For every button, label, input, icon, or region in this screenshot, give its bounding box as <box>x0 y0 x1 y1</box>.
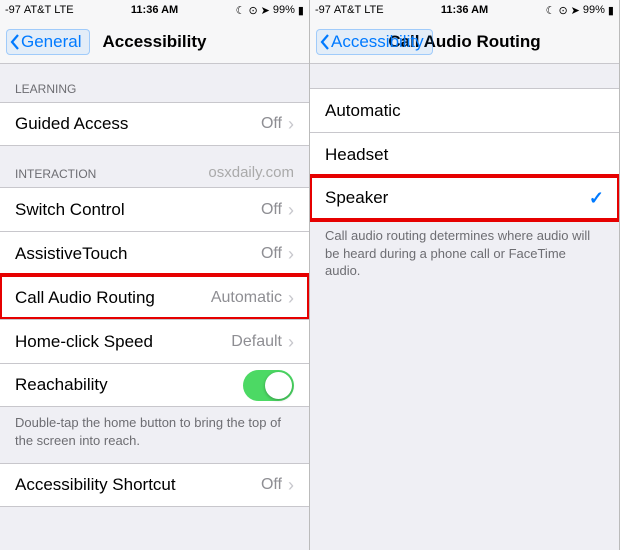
section-header-interaction: INTERACTION osxdaily.com <box>0 146 309 187</box>
battery-pct: 99% <box>583 4 605 16</box>
battery-icon: ▮ <box>298 4 304 17</box>
clock: 11:36 AM <box>131 4 178 16</box>
network-type: LTE <box>364 4 383 16</box>
chevron-right-icon: › <box>288 245 294 263</box>
nav-bar: General Accessibility <box>0 20 309 64</box>
cell-label: Guided Access <box>15 114 261 134</box>
section-header-learning: LEARNING <box>0 64 309 102</box>
nav-bar: Accessibility Call Audio Routing <box>310 20 619 64</box>
cell-value: Default <box>231 333 282 351</box>
status-bar: -97 AT&T LTE 11:36 AM ☾ ⊙ ➤ 99% ▮ <box>310 0 619 20</box>
cell-home-click-speed[interactable]: Home-click Speed Default › <box>0 319 309 363</box>
cell-value: Off <box>261 245 282 263</box>
cell-value: Off <box>261 476 282 494</box>
battery-icon: ▮ <box>608 4 614 17</box>
alarm-icon: ⊙ <box>248 4 257 17</box>
option-label: Automatic <box>325 101 604 121</box>
chevron-right-icon: › <box>288 201 294 219</box>
checkmark-icon: ✓ <box>589 188 604 209</box>
cell-label: Accessibility Shortcut <box>15 475 261 495</box>
cell-switch-control[interactable]: Switch Control Off › <box>0 187 309 231</box>
pane-call-audio-routing: -97 AT&T LTE 11:36 AM ☾ ⊙ ➤ 99% ▮ Access… <box>310 0 620 550</box>
back-button[interactable]: Accessibility <box>316 29 433 55</box>
chevron-right-icon: › <box>288 289 294 307</box>
watermark: osxdaily.com <box>208 164 294 181</box>
option-speaker[interactable]: Speaker ✓ <box>310 176 619 220</box>
footer-note-routing: Call audio routing determines where audi… <box>310 220 619 294</box>
cell-call-audio-routing[interactable]: Call Audio Routing Automatic › <box>0 275 309 319</box>
location-icon: ➤ <box>571 4 580 17</box>
moon-icon: ☾ <box>236 4 246 17</box>
toggle-reachability[interactable] <box>243 370 294 401</box>
network-type: LTE <box>54 4 73 16</box>
moon-icon: ☾ <box>546 4 556 17</box>
cell-value: Off <box>261 115 282 133</box>
status-bar: -97 AT&T LTE 11:36 AM ☾ ⊙ ➤ 99% ▮ <box>0 0 309 20</box>
cell-guided-access[interactable]: Guided Access Off › <box>0 102 309 146</box>
option-automatic[interactable]: Automatic <box>310 88 619 132</box>
signal-strength: -97 <box>315 4 331 16</box>
signal-strength: -97 <box>5 4 21 16</box>
clock: 11:36 AM <box>441 4 488 16</box>
back-label: General <box>21 32 81 52</box>
chevron-left-icon <box>319 32 331 52</box>
battery-pct: 99% <box>273 4 295 16</box>
cell-accessibility-shortcut[interactable]: Accessibility Shortcut Off › <box>0 463 309 507</box>
location-icon: ➤ <box>261 4 270 17</box>
chevron-left-icon <box>9 32 21 52</box>
carrier: AT&T <box>334 4 361 16</box>
cell-reachability[interactable]: Reachability <box>0 363 309 407</box>
page-title: Accessibility <box>103 32 207 52</box>
cell-label: Call Audio Routing <box>15 288 211 308</box>
cell-label: Reachability <box>15 375 243 395</box>
footer-note-reachability: Double-tap the home button to bring the … <box>0 407 309 463</box>
cell-label: Home-click Speed <box>15 332 231 352</box>
cell-label: Switch Control <box>15 200 261 220</box>
chevron-right-icon: › <box>288 476 294 494</box>
option-headset[interactable]: Headset <box>310 132 619 176</box>
option-label: Headset <box>325 145 604 165</box>
cell-assistive-touch[interactable]: AssistiveTouch Off › <box>0 231 309 275</box>
cell-value: Automatic <box>211 289 282 307</box>
chevron-right-icon: › <box>288 333 294 351</box>
back-button[interactable]: General <box>6 29 90 55</box>
chevron-right-icon: › <box>288 115 294 133</box>
carrier: AT&T <box>24 4 51 16</box>
pane-accessibility: -97 AT&T LTE 11:36 AM ☾ ⊙ ➤ 99% ▮ Genera… <box>0 0 310 550</box>
option-label: Speaker <box>325 188 589 208</box>
cell-label: AssistiveTouch <box>15 244 261 264</box>
back-label: Accessibility <box>331 32 424 52</box>
alarm-icon: ⊙ <box>558 4 567 17</box>
cell-value: Off <box>261 201 282 219</box>
